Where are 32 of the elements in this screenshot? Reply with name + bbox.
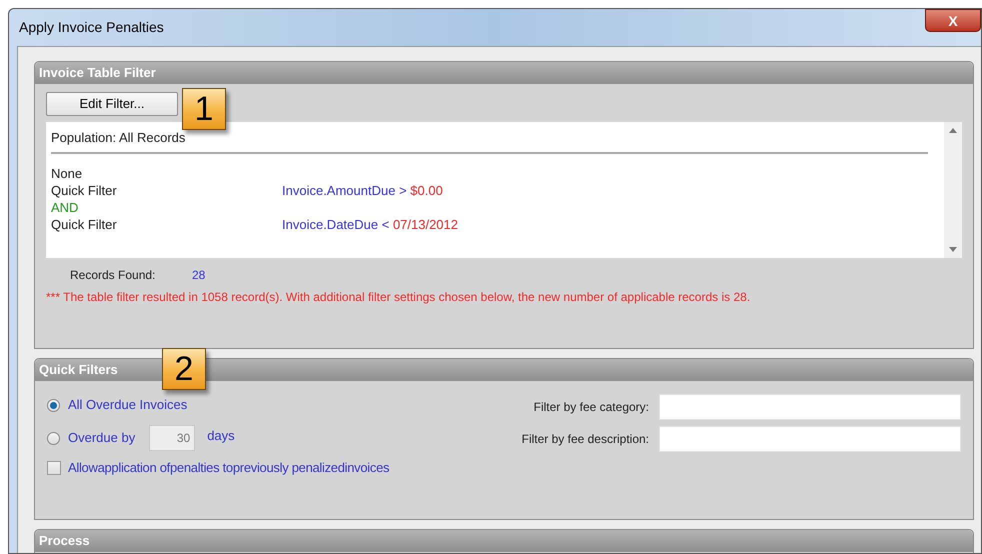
panel-title: Invoice Table Filter: [39, 64, 156, 82]
filter-label: Quick Filter: [51, 216, 118, 233]
records-found-label: Records Found:: [70, 267, 156, 284]
input-field[interactable]: [659, 394, 961, 420]
radio-label[interactable]: Overdue by: [68, 428, 136, 448]
panel-title: Quick Filters: [39, 361, 118, 380]
scrollbar[interactable]: [944, 122, 962, 258]
checkbox[interactable]: [47, 461, 61, 475]
step-callout: 1: [182, 88, 226, 130]
window-title: Apply Invoice Penalties: [19, 18, 164, 37]
filter-expression: Invoice.DateDue < 07/13/2012: [282, 216, 458, 233]
radio-button[interactable]: [47, 432, 60, 444]
radio-label[interactable]: All Overdue Invoices: [68, 395, 188, 415]
panel-title: Process: [39, 532, 90, 550]
checkbox-label[interactable]: Allowapplication ofpenalties topreviously penalizedinvoices: [68, 458, 390, 478]
edit-filter-button[interactable]: Edit Filter...: [46, 92, 178, 116]
close-button[interactable]: X: [925, 9, 981, 32]
scroll-down-icon[interactable]: [949, 247, 957, 252]
logic-operator: AND: [51, 199, 80, 216]
scroll-up-icon[interactable]: [949, 128, 957, 133]
population-text: Population: All Records: [51, 129, 186, 146]
records-found-count: 28: [192, 267, 206, 284]
filter-result-message: *** The table filter resulted in 1058 record(s). With additional filter settings chosen below, the new number of applicable records is 28.: [46, 290, 752, 305]
filter-expression: Invoice.AmountDue > $0.00: [282, 182, 443, 199]
filter-label: Quick Filter: [51, 182, 118, 199]
step-callout: 2: [162, 348, 206, 390]
input-field[interactable]: [659, 426, 961, 452]
radio-button[interactable]: [47, 398, 60, 412]
days-label: days: [207, 426, 235, 445]
field-label: Filter by fee category:: [534, 399, 649, 416]
field-label: Filter by fee description:: [522, 431, 649, 448]
filter-label: None: [51, 165, 84, 182]
